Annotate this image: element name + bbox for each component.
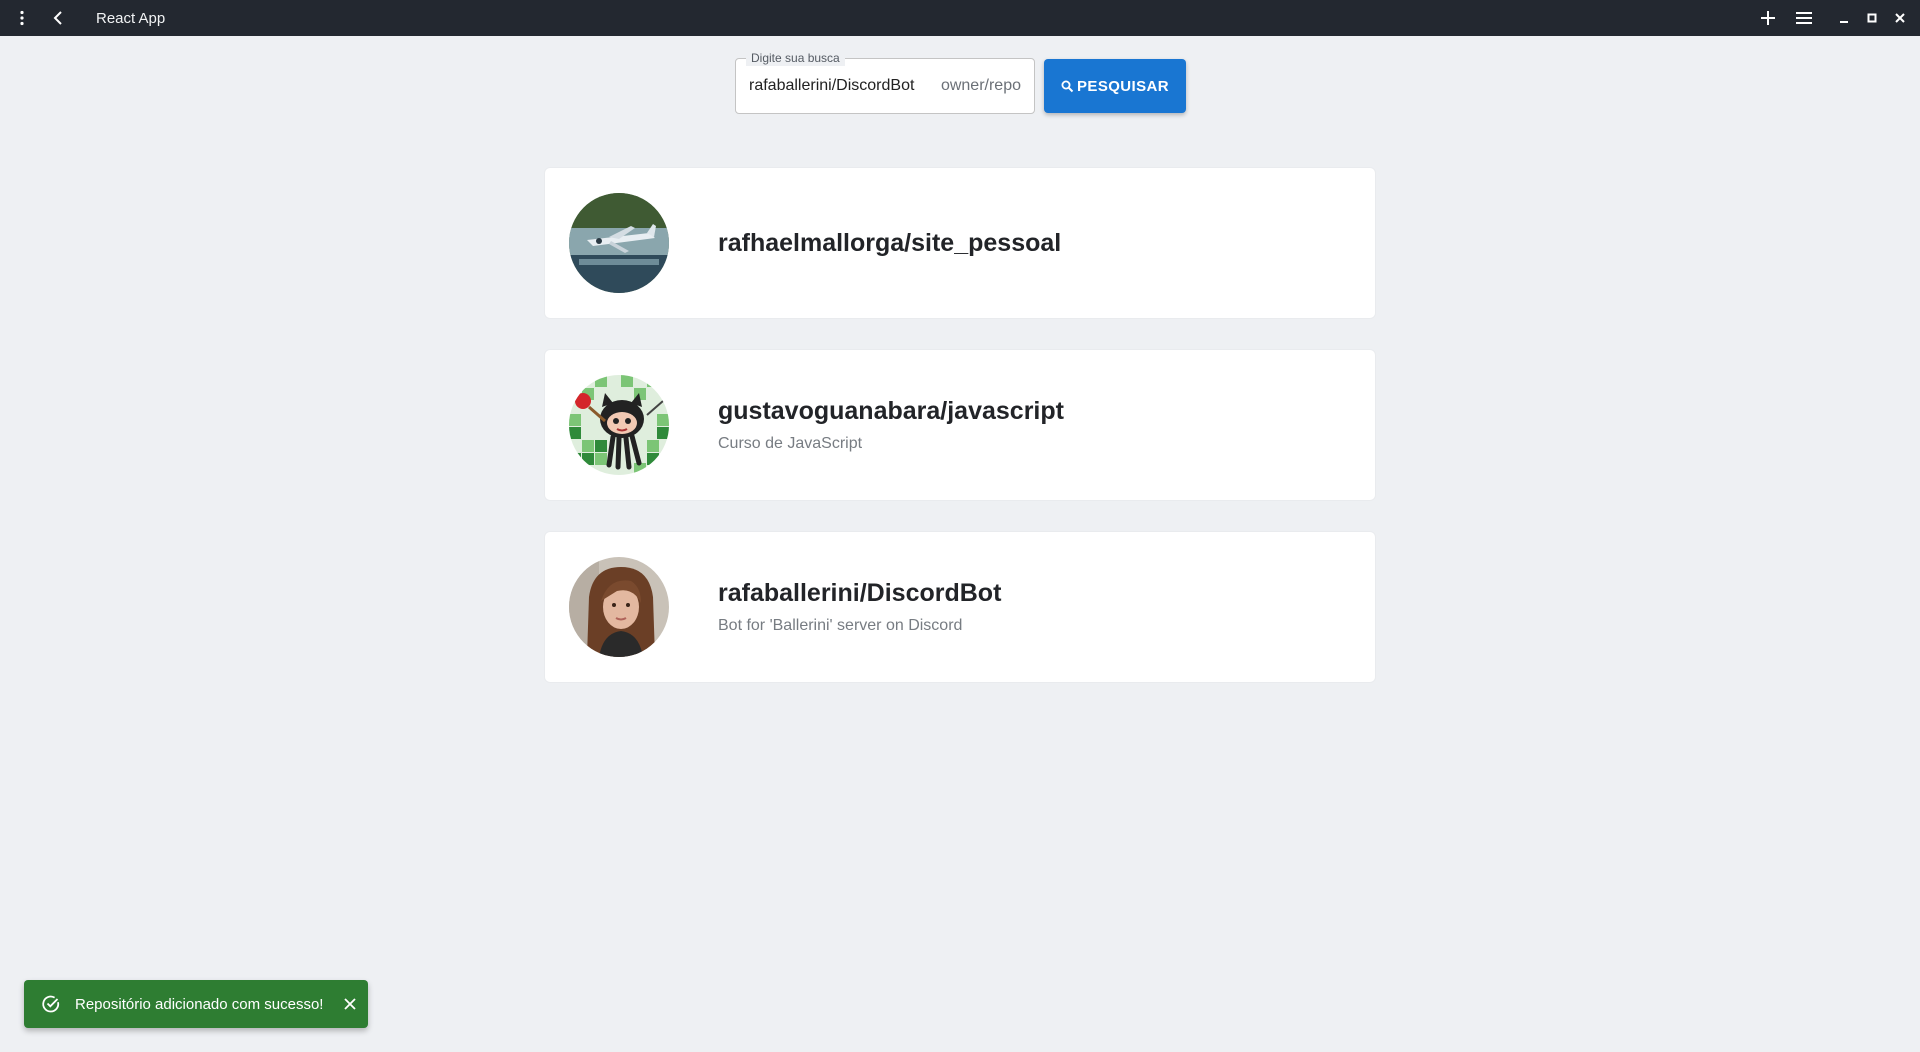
repo-name: gustavoguanabara/javascript	[718, 397, 1064, 425]
maximize-icon[interactable]	[1858, 0, 1886, 36]
more-vert-icon[interactable]	[4, 0, 40, 36]
repo-name: rafhaelmallorga/site_pessoal	[718, 228, 1062, 257]
success-snackbar: Repositório adicionado com sucesso!	[24, 980, 368, 1028]
search-input[interactable]	[749, 59, 925, 113]
minimize-icon[interactable]	[1830, 0, 1858, 36]
hamburger-menu-icon[interactable]	[1786, 0, 1822, 36]
browser-titlebar: React App	[0, 0, 1920, 36]
check-circle-icon	[41, 994, 61, 1014]
back-icon[interactable]	[40, 0, 76, 36]
repo-list: rafhaelmallorga/site_pessoal gustavoguan…	[545, 168, 1375, 714]
octocat-mosaic-avatar	[569, 375, 669, 475]
snackbar-message: Repositório adicionado com sucesso!	[75, 995, 324, 1013]
close-icon[interactable]	[344, 998, 356, 1010]
search-button-label: PESQUISAR	[1077, 77, 1169, 95]
person-photo-avatar	[569, 557, 669, 657]
close-icon[interactable]	[1886, 0, 1914, 36]
search-form: Digite sua busca owner/repo PESQUISAR	[735, 50, 1186, 114]
search-field[interactable]: Digite sua busca owner/repo	[735, 50, 1035, 114]
repo-card[interactable]: rafaballerini/DiscordBot Bot for 'Baller…	[545, 532, 1375, 682]
repo-description: Curso de JavaScript	[718, 435, 863, 452]
window-title: React App	[96, 9, 166, 27]
repo-description: Bot for 'Ballerini' server on Discord	[718, 617, 963, 634]
plus-icon[interactable]	[1750, 0, 1786, 36]
search-icon	[1061, 80, 1074, 93]
repo-card[interactable]: gustavoguanabara/javascript Curso de Jav…	[545, 350, 1375, 500]
airplane-photo-avatar	[569, 193, 669, 293]
search-button[interactable]: PESQUISAR	[1044, 59, 1186, 113]
search-hint: owner/repo	[940, 77, 1021, 94]
repo-card[interactable]: rafhaelmallorga/site_pessoal	[545, 168, 1375, 318]
repo-name: rafaballerini/DiscordBot	[718, 579, 1002, 607]
